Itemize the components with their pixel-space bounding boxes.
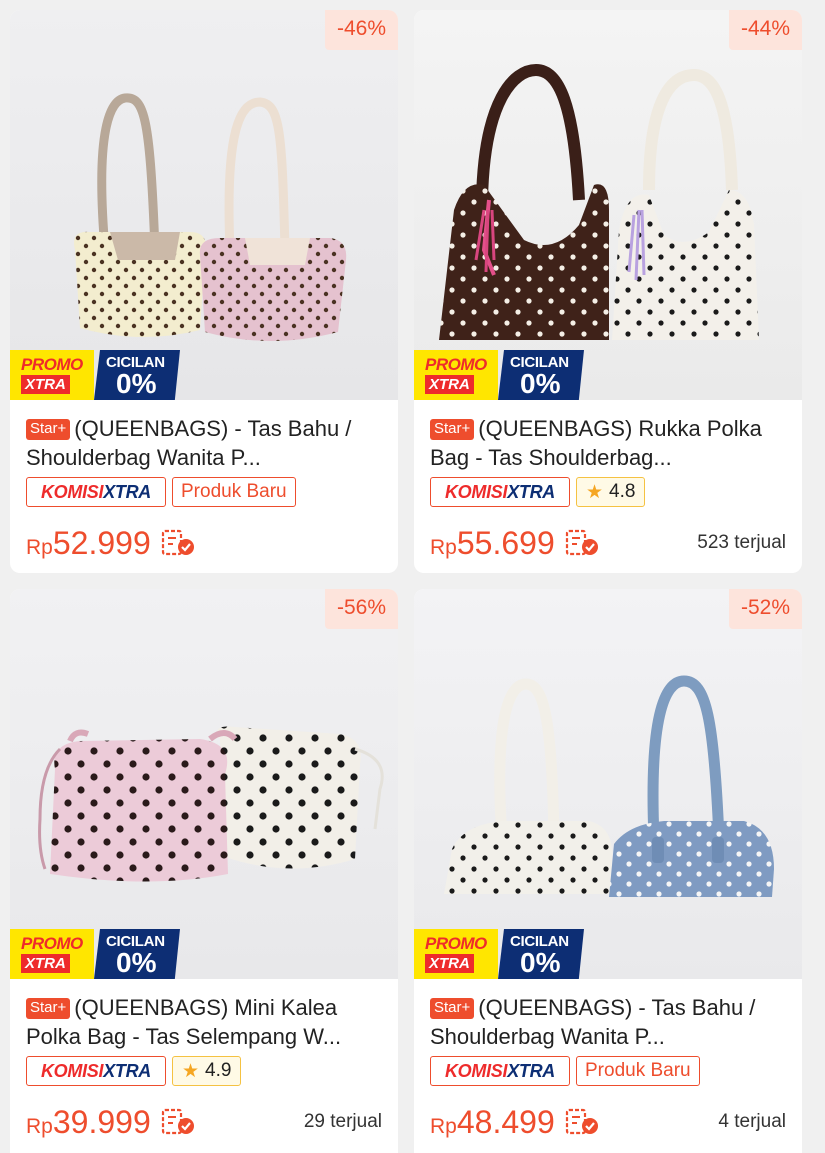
star-plus-tag: Star+: [430, 998, 475, 1019]
product-card[interactable]: -44% PROMO XTRA CICILAN 0% Star+ (QUEENBA…: [414, 10, 802, 573]
product-card[interactable]: -46% PROMO XTRA CICILAN 0% Star+ (QUEENBA…: [10, 10, 398, 573]
cicilan-badge: CICILAN 0%: [498, 929, 584, 979]
new-product-tag: Produk Baru: [576, 1056, 700, 1086]
bag-photo-brown-cream-polka: [439, 63, 759, 340]
product-price: Rp52.999: [26, 524, 151, 561]
price-row: Rp48.499 4 terjual: [430, 1102, 786, 1142]
product-tags: KOMISI XTRA Produk Baru: [430, 1056, 786, 1088]
promo-xtra-badge: PROMO XTRA: [10, 929, 94, 979]
discount-badge: -44%: [728, 10, 802, 50]
star-plus-tag: Star+: [430, 419, 475, 440]
product-price: Rp55.699: [430, 524, 555, 561]
product-card[interactable]: -52% PROMO XTRA CICILAN 0% Star+ (QUEENBA…: [414, 589, 802, 1153]
new-product-tag: Produk Baru: [172, 477, 296, 507]
cod-payment-icon: [161, 529, 194, 556]
product-image[interactable]: -56% PROMO XTRA CICILAN 0%: [10, 589, 398, 979]
bag-photo-white-blue-polka: [444, 675, 774, 897]
promo-xtra-badge: PROMO XTRA: [414, 929, 498, 979]
product-title[interactable]: Star+ (QUEENBAGS) Rukka Polka Bag - Tas S…: [430, 414, 786, 472]
cod-payment-icon: [565, 529, 598, 556]
product-price: Rp39.999: [26, 1103, 151, 1140]
sold-count: 29 terjual: [303, 1111, 382, 1132]
cicilan-badge: CICILAN 0%: [94, 350, 180, 400]
cicilan-badge: CICILAN 0%: [94, 929, 180, 979]
product-image[interactable]: -46% PROMO XTRA CICILAN 0%: [10, 10, 398, 400]
product-card[interactable]: -56% PROMO XTRA CICILAN 0% Star+ (QUEENBA…: [10, 589, 398, 1153]
star-plus-tag: Star+: [26, 998, 71, 1019]
discount-badge: -56%: [324, 589, 398, 629]
product-title[interactable]: Star+ (QUEENBAGS) - Tas Bahu / Shoulderba…: [26, 414, 382, 472]
product-image[interactable]: -44% PROMO XTRA CICILAN 0%: [414, 10, 802, 400]
promo-xtra-badge: PROMO XTRA: [414, 350, 498, 400]
promo-xtra-badge: PROMO XTRA: [10, 350, 94, 400]
bag-photo-pink-white-pouch: [38, 726, 384, 882]
komisi-xtra-tag: KOMISI XTRA: [26, 477, 166, 507]
cicilan-badge: CICILAN 0%: [498, 350, 584, 400]
komisi-xtra-tag: KOMISI XTRA: [26, 1056, 166, 1086]
star-plus-tag: Star+: [26, 419, 71, 440]
discount-badge: -52%: [728, 589, 802, 629]
price-row: Rp55.699 523 terjual: [430, 523, 786, 563]
cod-payment-icon: [565, 1108, 598, 1135]
product-tags: KOMISI XTRA ★ 4.9: [26, 1056, 382, 1088]
sold-count: 4 terjual: [718, 1111, 786, 1132]
promo-badges: PROMO XTRA CICILAN 0%: [414, 350, 584, 400]
price-row: Rp39.999 29 terjual: [26, 1102, 382, 1142]
product-image[interactable]: -52% PROMO XTRA CICILAN 0%: [414, 589, 802, 979]
sold-count: 523 terjual: [697, 532, 786, 553]
product-tags: KOMISI XTRA ★ 4.8: [430, 477, 786, 509]
product-tags: KOMISI XTRA Produk Baru: [26, 477, 382, 509]
star-icon: ★: [586, 481, 604, 503]
promo-badges: PROMO XTRA CICILAN 0%: [10, 929, 180, 979]
rating-tag: ★ 4.8: [576, 477, 646, 507]
discount-badge: -46%: [324, 10, 398, 50]
product-grid: -46% PROMO XTRA CICILAN 0% Star+ (QUEENBA…: [0, 0, 825, 1153]
komisi-xtra-tag: KOMISI XTRA: [430, 477, 570, 507]
komisi-xtra-tag: KOMISI XTRA: [430, 1056, 570, 1086]
cod-payment-icon: [161, 1108, 194, 1135]
product-title[interactable]: Star+ (QUEENBAGS) Mini Kalea Polka Bag - …: [26, 993, 382, 1051]
promo-badges: PROMO XTRA CICILAN 0%: [414, 929, 584, 979]
product-title[interactable]: Star+ (QUEENBAGS) - Tas Bahu / Shoulderba…: [430, 993, 786, 1051]
rating-tag: ★ 4.9: [172, 1056, 242, 1086]
product-price: Rp48.499: [430, 1103, 555, 1140]
price-row: Rp52.999: [26, 523, 382, 563]
bag-photo-cream-pink-polka: [74, 93, 347, 341]
promo-badges: PROMO XTRA CICILAN 0%: [10, 350, 180, 400]
star-icon: ★: [182, 1060, 200, 1082]
